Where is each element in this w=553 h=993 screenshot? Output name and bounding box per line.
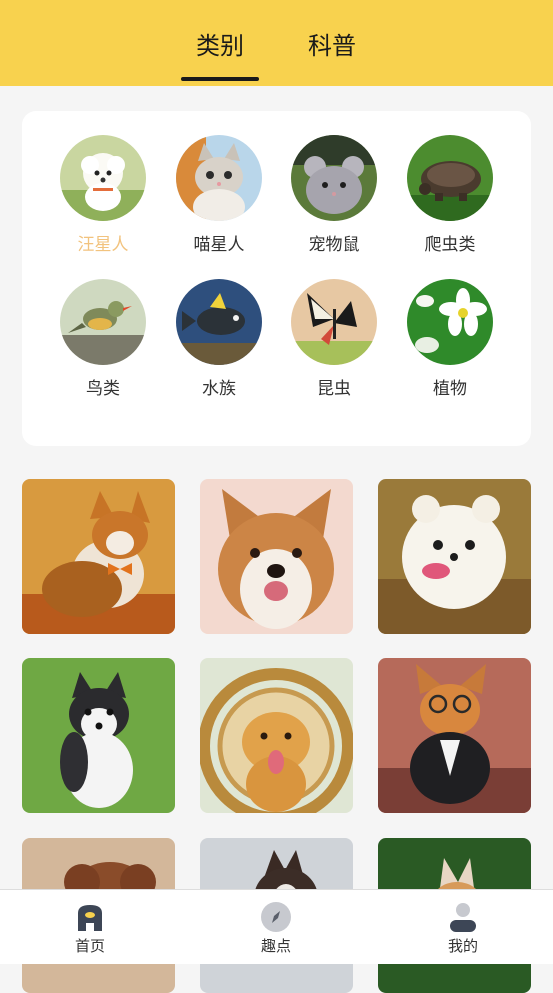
nav-label: 趣点 <box>260 937 291 955</box>
category-chinchilla[interactable]: 宠物鼠 <box>279 135 389 257</box>
butterfly-icon <box>291 279 377 365</box>
top-header: 类别 科普 <box>0 0 553 86</box>
flower-icon <box>407 279 493 365</box>
fish-icon <box>176 279 262 365</box>
category-label: 植物 <box>433 379 467 399</box>
nav-label: 首页 <box>74 937 105 955</box>
photo-tile[interactable] <box>378 479 531 634</box>
bird-icon <box>60 279 146 365</box>
category-plant[interactable]: 植物 <box>395 279 505 401</box>
nav-discover[interactable]: 趣点 <box>216 890 336 964</box>
user-icon <box>447 901 479 933</box>
bottom-nav: 首页 趣点 我的 <box>0 889 553 964</box>
category-label: 水族 <box>202 379 236 399</box>
category-label: 喵星人 <box>193 235 245 255</box>
category-label: 爬虫类 <box>424 235 476 255</box>
category-panel: 汪星人 喵星人 宠物鼠 爬虫类 鸟类 水族 昆虫 植物 <box>22 111 531 446</box>
category-dog[interactable]: 汪星人 <box>48 135 158 257</box>
nav-profile[interactable]: 我的 <box>403 890 523 964</box>
category-label: 汪星人 <box>77 235 129 255</box>
tab-category[interactable]: 类别 <box>170 28 270 64</box>
compass-icon <box>260 901 292 933</box>
nav-label: 我的 <box>447 937 478 955</box>
photo-tile[interactable] <box>200 479 353 634</box>
category-bird[interactable]: 鸟类 <box>48 279 158 401</box>
category-cat[interactable]: 喵星人 <box>164 135 274 257</box>
category-aquatic[interactable]: 水族 <box>164 279 274 401</box>
photo-tile[interactable] <box>200 658 353 813</box>
tab-science[interactable]: 科普 <box>282 28 382 64</box>
home-icon <box>74 901 106 933</box>
nav-home[interactable]: 首页 <box>30 890 150 964</box>
category-insect[interactable]: 昆虫 <box>279 279 389 401</box>
category-label: 昆虫 <box>317 379 351 399</box>
cat-icon <box>176 135 262 221</box>
photo-tile[interactable] <box>22 658 175 813</box>
turtle-icon <box>407 135 493 221</box>
chinchilla-icon <box>291 135 377 221</box>
photo-tile[interactable] <box>378 658 531 813</box>
category-label: 鸟类 <box>86 379 120 399</box>
active-tab-indicator <box>181 77 259 81</box>
photo-tile[interactable] <box>22 479 175 634</box>
category-reptile[interactable]: 爬虫类 <box>395 135 505 257</box>
dog-icon <box>60 135 146 221</box>
category-label: 宠物鼠 <box>308 235 360 255</box>
